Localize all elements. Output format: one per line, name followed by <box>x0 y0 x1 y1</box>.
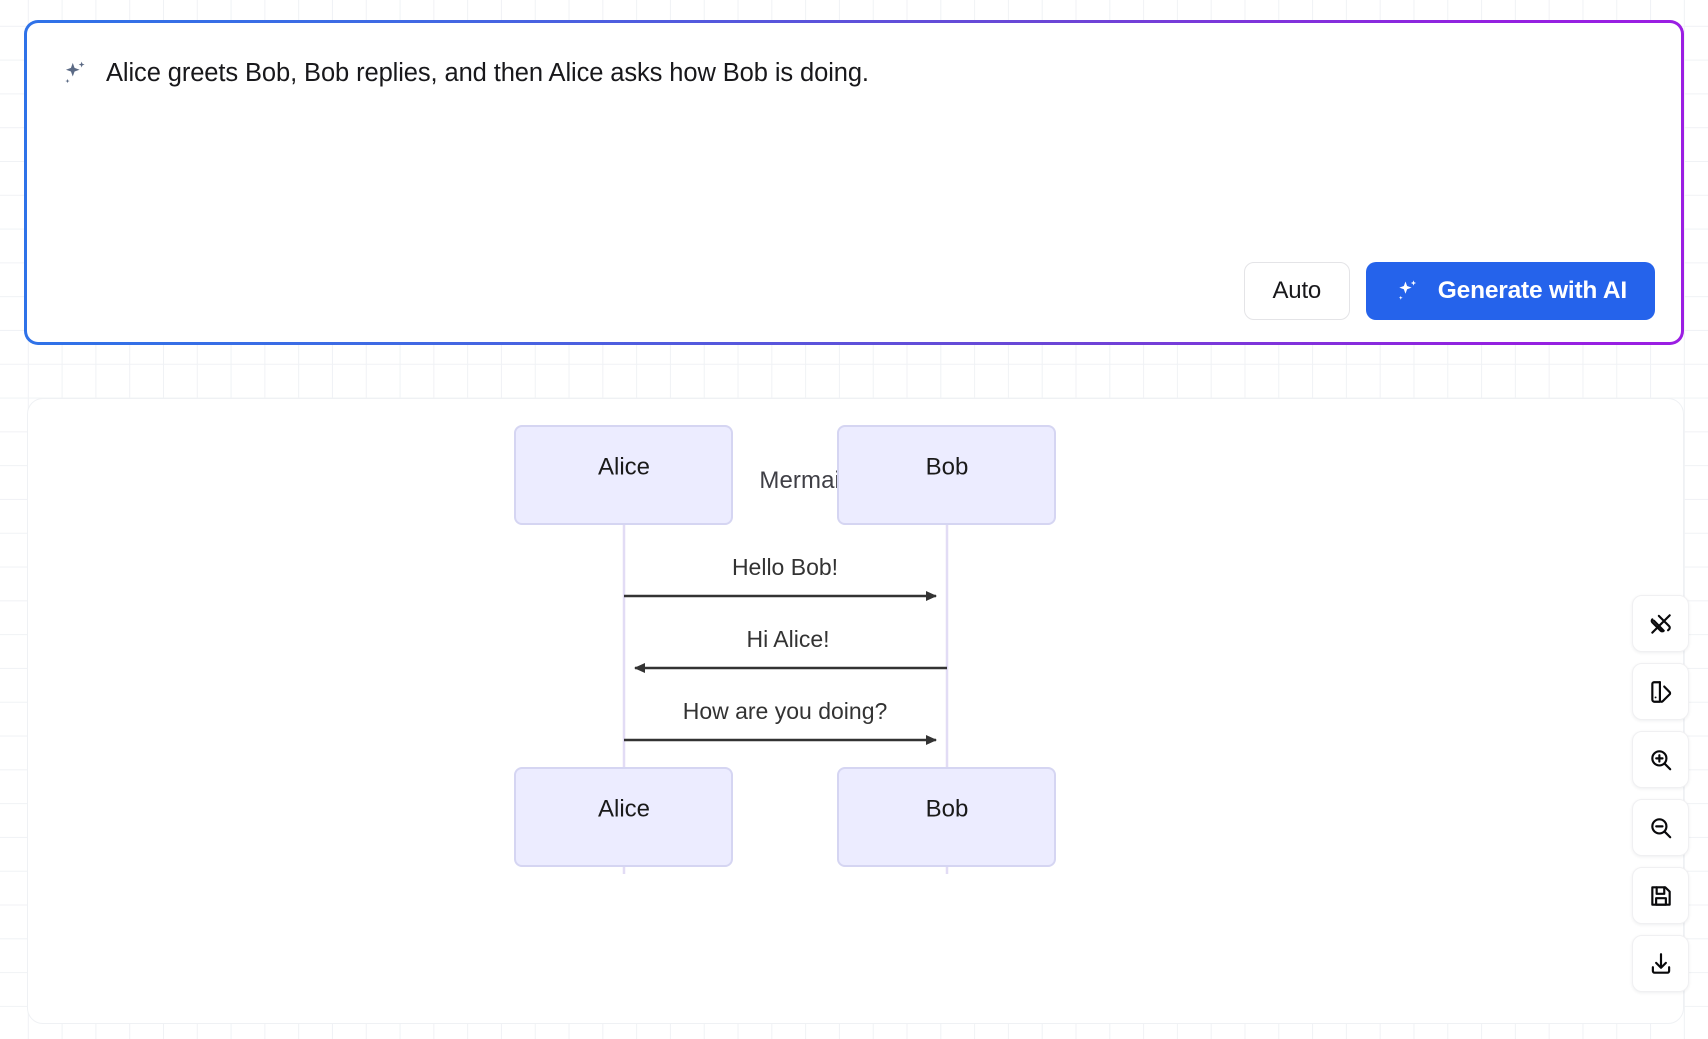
message-2: Hi Alice! <box>635 626 947 668</box>
download-button[interactable] <box>1632 935 1689 992</box>
actor-label-alice-bottom: Alice <box>598 795 650 822</box>
zoom-out-button[interactable] <box>1632 799 1689 856</box>
palette-icon <box>1648 679 1674 705</box>
prompt-input-area[interactable]: Alice greets Bob, Bob replies, and then … <box>27 23 1681 342</box>
save-button[interactable] <box>1632 867 1689 924</box>
edit-off-button[interactable] <box>1632 595 1689 652</box>
message-label-2: Hi Alice! <box>746 626 829 652</box>
diagram-tool-rail <box>1632 595 1689 992</box>
actor-box-alice-bottom: Alice <box>515 768 732 866</box>
sparkles-icon <box>60 59 90 89</box>
download-icon <box>1648 951 1674 977</box>
actor-label-alice-top: Alice <box>598 453 650 480</box>
diagram-card: Mermaid Diagram Alice Bob Hello Bob! <box>27 398 1684 1024</box>
actor-box-bob-bottom: Bob <box>838 768 1055 866</box>
theme-palette-button[interactable] <box>1632 663 1689 720</box>
zoom-out-icon <box>1648 815 1674 841</box>
sequence-diagram: Alice Bob Hello Bob! Hi Alice! How are y… <box>28 399 1684 1024</box>
actor-label-bob-top: Bob <box>926 453 969 480</box>
prompt-actions: Auto Generate with AI <box>1244 262 1655 320</box>
save-icon <box>1648 883 1674 909</box>
actor-box-bob-top: Bob <box>838 426 1055 524</box>
actor-box-alice-top: Alice <box>515 426 732 524</box>
edit-off-icon <box>1648 611 1674 637</box>
prompt-panel: Alice greets Bob, Bob replies, and then … <box>24 20 1684 345</box>
generate-with-ai-button[interactable]: Generate with AI <box>1366 262 1655 320</box>
zoom-in-icon <box>1648 747 1674 773</box>
sparkles-icon <box>1394 278 1421 305</box>
message-3: How are you doing? <box>624 698 936 740</box>
message-label-3: How are you doing? <box>683 698 888 724</box>
message-label-1: Hello Bob! <box>732 554 838 580</box>
message-1: Hello Bob! <box>624 554 936 596</box>
prompt-row: Alice greets Bob, Bob replies, and then … <box>60 56 1651 90</box>
prompt-text[interactable]: Alice greets Bob, Bob replies, and then … <box>106 56 869 90</box>
zoom-in-button[interactable] <box>1632 731 1689 788</box>
actor-label-bob-bottom: Bob <box>926 795 969 822</box>
auto-button[interactable]: Auto <box>1244 262 1350 320</box>
generate-with-ai-label: Generate with AI <box>1438 277 1627 305</box>
